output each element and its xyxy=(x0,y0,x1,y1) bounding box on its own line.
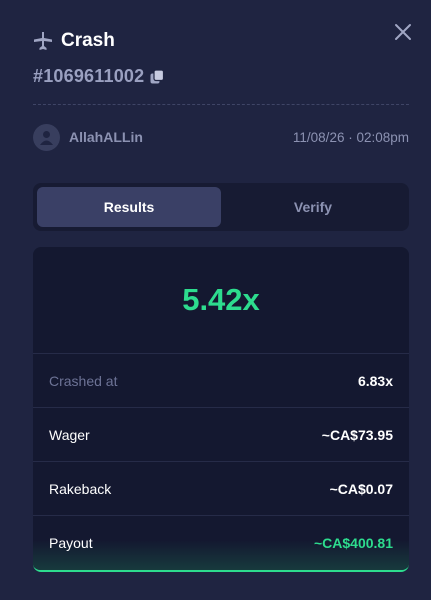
result-card: 5.42x Crashed at 6.83x Wager ~CA$73.95 R… xyxy=(33,247,409,572)
username[interactable]: AllahALLin xyxy=(69,129,143,145)
crashed-at-value: 6.83x xyxy=(357,372,393,389)
rakeback-label: Rakeback xyxy=(49,480,112,497)
avatar[interactable] xyxy=(33,123,60,151)
crashed-at-row: Crashed at 6.83x xyxy=(33,354,409,408)
wager-value: ~CA$73.95 xyxy=(321,426,393,443)
rakeback-value: ~CA$0.07 xyxy=(329,480,393,497)
payout-label: Payout xyxy=(49,535,93,551)
user-icon xyxy=(40,130,53,145)
wager-row: Wager ~CA$73.95 xyxy=(33,408,409,462)
wager-label: Wager xyxy=(49,426,90,443)
tab-bar: Results Verify xyxy=(33,183,409,231)
tab-verify[interactable]: Verify xyxy=(221,187,405,227)
game-id-row: #1069611002 xyxy=(33,66,165,87)
game-id: #1069611002 xyxy=(33,66,145,86)
player-info-row: AllahALLin 11/08/26 · 02:08pm xyxy=(33,123,409,151)
payout-row: Payout ~CA$400.81 xyxy=(33,516,409,570)
payout-multiplier: 5.42x xyxy=(33,247,409,354)
modal-header: Crash xyxy=(33,30,115,52)
rakeback-row: Rakeback ~CA$0.07 xyxy=(33,462,409,516)
payout-value: ~CA$400.81 xyxy=(313,535,393,551)
plane-icon xyxy=(34,32,52,50)
tab-results[interactable]: Results xyxy=(37,187,221,227)
bet-datetime: 11/08/26 · 02:08pm xyxy=(292,129,409,145)
crashed-at-label: Crashed at xyxy=(49,372,118,389)
copy-icon[interactable] xyxy=(149,69,165,85)
game-title: Crash xyxy=(61,30,115,51)
close-icon[interactable] xyxy=(393,22,413,42)
dashed-divider xyxy=(33,104,409,105)
